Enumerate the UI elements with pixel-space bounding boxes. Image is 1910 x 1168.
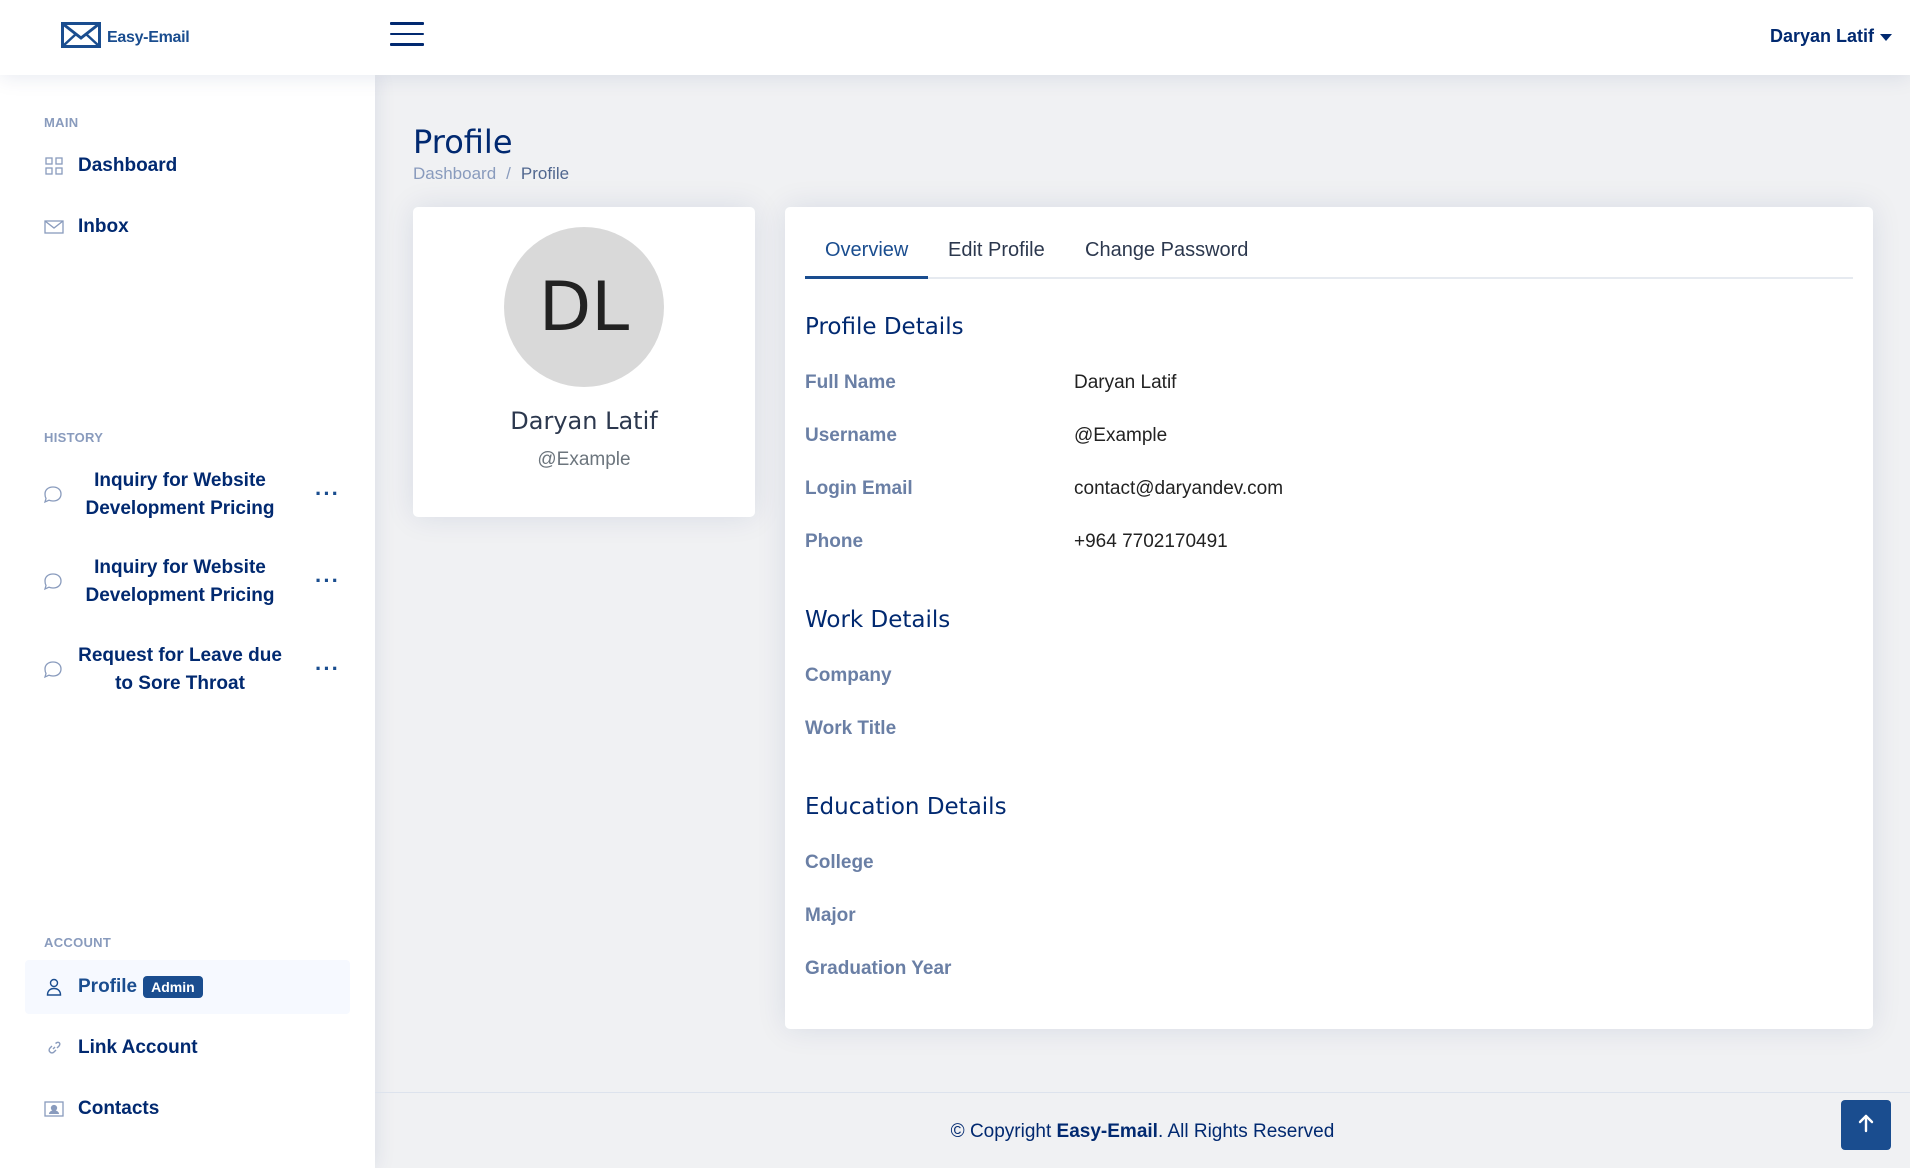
more-options-button[interactable]: ···	[315, 568, 340, 594]
sidebar-item-contacts[interactable]: Contacts	[25, 1082, 350, 1136]
profile-handle: @Example	[537, 449, 631, 470]
toggle-sidebar-button[interactable]	[390, 22, 424, 52]
link-icon	[44, 1038, 64, 1058]
hamburger-line	[390, 22, 424, 25]
profile-tabs: Overview Edit Profile Change Password	[805, 207, 1853, 279]
tab-edit-profile[interactable]: Edit Profile	[928, 239, 1065, 279]
history-item-title: Inquiry for Website Development Pricing	[85, 557, 275, 606]
history-item[interactable]: Request for Leave due to Sore Throat ···	[25, 634, 350, 706]
user-name: Daryan Latif	[1769, 26, 1874, 46]
caret-down-icon	[1880, 26, 1892, 47]
copyright-suffix: . All Rights Reserved	[1157, 1121, 1335, 1142]
arrow-up-icon	[1857, 1113, 1875, 1138]
sidebar-item-dashboard[interactable]: Dashboard	[25, 139, 350, 193]
history-item-title: Inquiry for Website Development Pricing	[85, 470, 275, 519]
avatar: DL	[504, 227, 664, 387]
back-to-top-button[interactable]	[1841, 1100, 1891, 1150]
breadcrumb-separator: /	[506, 164, 511, 183]
work-title-label: Work Title	[805, 718, 897, 739]
person-icon	[44, 977, 64, 997]
login-email-value: contact@daryandev.com	[1074, 478, 1284, 499]
sidebar-item-label: Inbox	[78, 216, 129, 237]
history-item[interactable]: Inquiry for Website Development Pricing …	[25, 459, 350, 531]
sidebar-heading-main: MAIN	[44, 115, 79, 130]
hamburger-line	[390, 32, 424, 35]
logo[interactable]: Easy-Email	[61, 22, 190, 53]
education-details-title: Education Details	[805, 794, 1007, 820]
graduation-year-label: Graduation Year	[805, 958, 952, 979]
profile-name: Daryan Latif	[510, 407, 658, 435]
work-details-title: Work Details	[805, 607, 951, 633]
phone-label: Phone	[805, 531, 864, 552]
more-options-button[interactable]: ···	[315, 481, 340, 507]
profile-details-title: Profile Details	[805, 314, 964, 340]
sidebar-item-label: Profile	[78, 976, 138, 997]
more-options-button[interactable]: ···	[315, 656, 340, 682]
sidebar-item-label: Contacts	[78, 1098, 160, 1119]
history-item[interactable]: Inquiry for Website Development Pricing …	[25, 546, 350, 618]
admin-badge: Admin	[143, 976, 203, 998]
tab-overview[interactable]: Overview	[805, 239, 929, 279]
sidebar-heading-account: ACCOUNT	[44, 935, 112, 950]
sidebar-item-label: Link Account	[78, 1037, 198, 1058]
breadcrumb-current: Profile	[520, 164, 570, 183]
college-label: College	[805, 852, 874, 873]
logo-text: Easy-Email	[107, 28, 190, 46]
phone-value: +964 7702170491	[1074, 531, 1228, 552]
username-value: @Example	[1074, 425, 1168, 446]
page-title: Profile	[413, 123, 513, 161]
hamburger-line	[390, 43, 424, 46]
company-label: Company	[805, 665, 892, 686]
chat-bubble-icon	[43, 660, 63, 685]
chat-bubble-icon	[43, 485, 63, 510]
sidebar-item-profile[interactable]: Profile Admin	[25, 960, 350, 1014]
history-item-title: Request for Leave due to Sore Throat	[78, 645, 282, 694]
copyright-prefix: © Copyright	[950, 1121, 1057, 1142]
sidebar-heading-history: HISTORY	[44, 430, 104, 445]
chat-bubble-icon	[43, 572, 63, 597]
user-menu-button[interactable]: Daryan Latif	[1770, 26, 1892, 47]
sidebar: MAIN Dashboard Inbox HISTORY Inquiry for…	[0, 75, 375, 1168]
footer: © Copyright Easy-Email. All Rights Reser…	[375, 1092, 1910, 1168]
envelope-icon	[44, 217, 64, 237]
profile-summary-card: DL Daryan Latif @Example	[413, 207, 755, 517]
grid-icon	[44, 156, 64, 176]
sidebar-item-label: Dashboard	[78, 155, 178, 176]
sidebar-item-inbox[interactable]: Inbox	[25, 200, 350, 254]
contact-card-icon	[44, 1099, 64, 1119]
full-name-label: Full Name	[805, 372, 896, 393]
full-name-value: Daryan Latif	[1074, 372, 1177, 393]
sidebar-item-link-account[interactable]: Link Account	[25, 1021, 350, 1075]
envelope-logo-icon	[61, 22, 101, 53]
copyright-text: © Copyright Easy-Email. All Rights Reser…	[375, 1121, 1910, 1143]
profile-details-card: Overview Edit Profile Change Password Pr…	[785, 207, 1873, 1029]
breadcrumb: Dashboard / Profile	[413, 164, 569, 184]
username-label: Username	[805, 425, 897, 446]
login-email-label: Login Email	[805, 478, 913, 499]
major-label: Major	[805, 905, 856, 926]
top-header: Easy-Email Daryan Latif	[0, 0, 1910, 75]
copyright-brand: Easy-Email	[1056, 1121, 1158, 1142]
breadcrumb-dashboard-link[interactable]: Dashboard	[413, 164, 496, 184]
tab-change-password[interactable]: Change Password	[1065, 239, 1268, 279]
